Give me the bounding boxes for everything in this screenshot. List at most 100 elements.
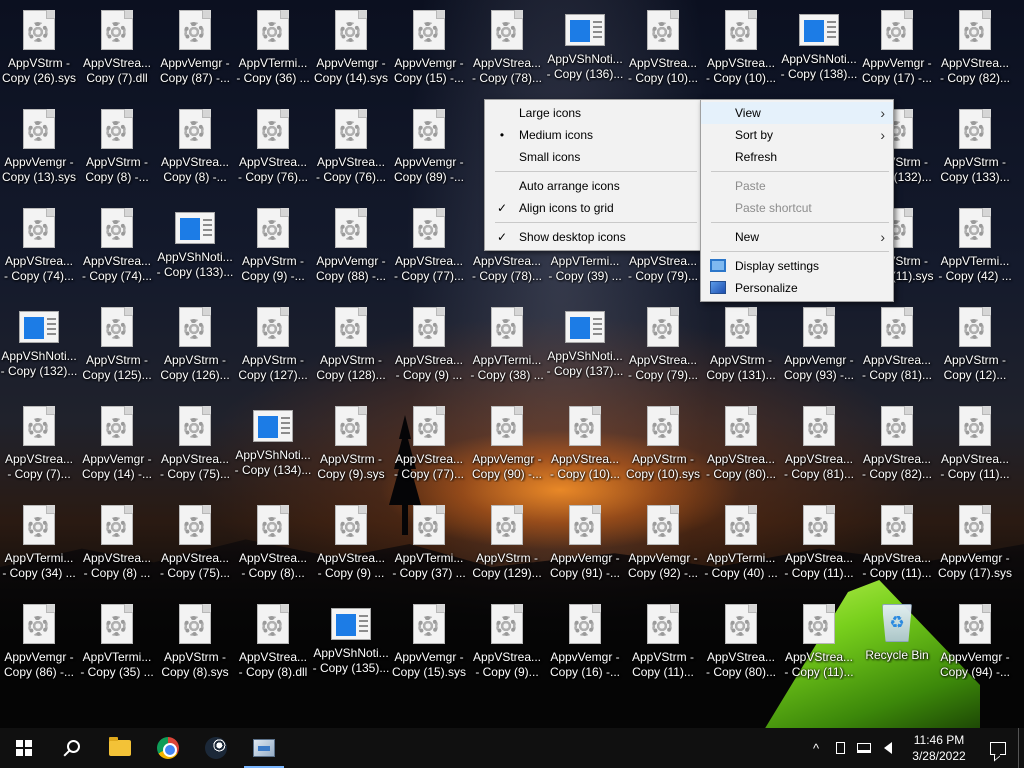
desktop-icon[interactable]: AppvVemgr - Copy (15).sys — [390, 594, 468, 690]
menu-item-new[interactable]: New › — [701, 226, 893, 248]
view-menu-item[interactable]: ✓ Show desktop icons — [485, 226, 701, 248]
desktop-icon[interactable]: AppVStrea... - Copy (10)... — [546, 396, 624, 492]
desktop-icon[interactable]: AppvVemgr - Copy (17).sys — [936, 495, 1014, 591]
desktop-icon[interactable]: AppVShNoti... - Copy (132)... — [0, 297, 78, 393]
desktop-icon[interactable]: AppvVemgr - Copy (86) -... — [0, 594, 78, 690]
search-button[interactable] — [48, 728, 96, 768]
desktop-icon[interactable]: AppVStrm - Copy (125)... — [78, 297, 156, 393]
desktop-icon[interactable]: AppVStrm - Copy (126)... — [156, 297, 234, 393]
desktop-icon[interactable]: AppVStrea... - Copy (9)... — [468, 594, 546, 690]
desktop-icon[interactable]: AppVStrm - Copy (11)... — [624, 594, 702, 690]
tray-device-icon[interactable] — [828, 728, 852, 768]
desktop-icon[interactable]: AppVTermi... - Copy (34) ... — [0, 495, 78, 591]
desktop-icon[interactable]: AppvVemgr - Copy (16) -... — [546, 594, 624, 690]
desktop-icon[interactable]: AppVStrm - Copy (8).sys — [156, 594, 234, 690]
show-desktop-button[interactable] — [1018, 728, 1024, 768]
desktop-icon[interactable]: AppVStrea... - Copy (9) ... — [390, 297, 468, 393]
volume-icon[interactable] — [876, 728, 900, 768]
desktop-icon[interactable]: AppvVemgr - Copy (93) -... — [780, 297, 858, 393]
desktop-icon[interactable]: AppVTermi... - Copy (37) ... — [390, 495, 468, 591]
taskbar-steam[interactable] — [192, 728, 240, 768]
menu-item-sort-by[interactable]: Sort by › — [701, 124, 893, 146]
desktop-icon[interactable]: AppVStrea... - Copy (74)... — [0, 198, 78, 294]
recycle-bin[interactable]: ♻ Recycle Bin — [858, 594, 936, 690]
view-menu-item[interactable]: Auto arrange icons — [485, 175, 701, 197]
desktop-icon[interactable]: AppVTermi... - Copy (40) ... — [702, 495, 780, 591]
desktop-icon[interactable]: AppVStrea... - Copy (11)... — [780, 594, 858, 690]
desktop-icon[interactable]: AppVStrea... - Copy (78)... — [468, 0, 546, 96]
action-center-button[interactable] — [978, 728, 1018, 768]
desktop-icon[interactable]: AppVStrea... - Copy (75)... — [156, 495, 234, 591]
desktop-icon[interactable]: AppVStrea... Copy (8) -... — [156, 99, 234, 195]
desktop-icon[interactable]: AppVStrea... - Copy (81)... — [858, 297, 936, 393]
desktop-icon[interactable]: AppvVemgr - Copy (14).sys — [312, 0, 390, 96]
menu-item-display-settings[interactable]: Display settings — [701, 255, 893, 277]
desktop-icon[interactable]: AppVStrm - Copy (9) -... — [234, 198, 312, 294]
desktop-icon[interactable]: AppVStrea... - Copy (79)... — [624, 297, 702, 393]
desktop-icon[interactable]: AppvVemgr - Copy (14) -... — [78, 396, 156, 492]
view-menu-item[interactable]: Small icons — [485, 146, 701, 168]
desktop-icon[interactable]: AppVShNoti... - Copy (138)... — [780, 0, 858, 96]
menu-item-view[interactable]: View › — [701, 102, 893, 124]
desktop-icon[interactable]: AppVStrm - Copy (131)... — [702, 297, 780, 393]
start-button[interactable] — [0, 728, 48, 768]
clock[interactable]: 11:46 PM 3/28/2022 — [900, 732, 978, 764]
desktop-icon[interactable]: AppVShNoti... - Copy (136)... — [546, 0, 624, 96]
desktop-icon[interactable]: AppvVemgr - Copy (89) -... — [390, 99, 468, 195]
desktop-icon[interactable]: AppVStrea... - Copy (11)... — [858, 495, 936, 591]
desktop-icon[interactable]: AppVStrm - Copy (12)... — [936, 297, 1014, 393]
desktop-icon[interactable]: AppVStrea... - Copy (80)... — [702, 594, 780, 690]
desktop-icon[interactable]: AppvVemgr - Copy (88) -... — [312, 198, 390, 294]
desktop-icon[interactable]: AppvVemgr - Copy (13).sys — [0, 99, 78, 195]
desktop-icon[interactable]: AppVStrm - Copy (10).sys — [624, 396, 702, 492]
desktop-icon[interactable]: AppVStrm - Copy (8) -... — [78, 99, 156, 195]
desktop-icon[interactable]: AppvVemgr - Copy (87) -... — [156, 0, 234, 96]
desktop-icon[interactable]: AppVStrea... - Copy (76)... — [234, 99, 312, 195]
desktop-icon[interactable]: AppvVemgr - Copy (94) -... — [936, 594, 1014, 690]
desktop-icon[interactable]: AppVStrea... - Copy (9) ... — [312, 495, 390, 591]
network-icon[interactable] — [852, 728, 876, 768]
desktop-icon[interactable]: AppVStrea... - Copy (75)... — [156, 396, 234, 492]
desktop-icon[interactable]: AppVStrea... Copy (7).dll — [78, 0, 156, 96]
desktop-icon[interactable]: AppVStrm - Copy (26).sys — [0, 0, 78, 96]
desktop-icon[interactable]: AppVStrea... - Copy (76)... — [312, 99, 390, 195]
tray-overflow-chevron-icon[interactable]: ^ — [804, 728, 828, 768]
desktop-icon[interactable]: AppVStrea... - Copy (8) ... — [78, 495, 156, 591]
desktop-icon[interactable]: AppVStrea... - Copy (82)... — [858, 396, 936, 492]
desktop-icon[interactable]: AppvVemgr - Copy (91) -... — [546, 495, 624, 591]
desktop-icon[interactable]: AppVTermi... - Copy (36) ... — [234, 0, 312, 96]
desktop-icon[interactable]: AppVTermi... - Copy (42) ... — [936, 198, 1014, 294]
desktop-icon[interactable]: AppvVemgr - Copy (90) -... — [468, 396, 546, 492]
desktop-icon[interactable]: AppVTermi... - Copy (35) ... — [78, 594, 156, 690]
desktop-icon[interactable]: AppVStrm - Copy (133)... — [936, 99, 1014, 195]
desktop-icon[interactable]: AppVStrm - Copy (128)... — [312, 297, 390, 393]
desktop-icon[interactable]: AppVStrea... - Copy (82)... — [936, 0, 1014, 96]
view-menu-item[interactable]: Large icons — [485, 102, 701, 124]
desktop-icon[interactable]: AppVStrea... - Copy (77)... — [390, 396, 468, 492]
desktop-icon[interactable]: AppVStrea... - Copy (8)... — [234, 495, 312, 591]
desktop-icon[interactable]: AppVTermi... - Copy (38) ... — [468, 297, 546, 393]
desktop-icon[interactable]: AppVStrea... - Copy (11)... — [936, 396, 1014, 492]
view-menu-item[interactable]: ✓ Align icons to grid — [485, 197, 701, 219]
menu-item-refresh[interactable]: Refresh — [701, 146, 893, 168]
menu-item-personalize[interactable]: Personalize — [701, 277, 893, 299]
desktop-icon[interactable]: AppVStrea... - Copy (8).dll — [234, 594, 312, 690]
view-menu-item[interactable]: • Medium icons — [485, 124, 701, 146]
desktop-icon[interactable]: AppvVemgr - Copy (17) -... — [858, 0, 936, 96]
desktop-icon[interactable]: AppVStrea... - Copy (77)... — [390, 198, 468, 294]
desktop-icon[interactable]: AppVStrm - Copy (9).sys — [312, 396, 390, 492]
desktop-icon[interactable]: AppVShNoti... - Copy (137)... — [546, 297, 624, 393]
desktop-icon[interactable]: AppVStrm - Copy (129)... — [468, 495, 546, 591]
desktop-icon[interactable]: AppVStrm - Copy (127)... — [234, 297, 312, 393]
taskbar-control-panel[interactable] — [240, 728, 288, 768]
taskbar-file-explorer[interactable] — [96, 728, 144, 768]
desktop-icon[interactable]: AppvVemgr - Copy (92) -... — [624, 495, 702, 591]
desktop-icon[interactable]: AppvVemgr - Copy (15) -... — [390, 0, 468, 96]
desktop-icon[interactable]: AppVStrea... - Copy (80)... — [702, 396, 780, 492]
desktop-icon[interactable]: AppVStrea... - Copy (10)... — [702, 0, 780, 96]
desktop-icon[interactable]: AppVStrea... - Copy (7)... — [0, 396, 78, 492]
desktop-icon[interactable]: AppVStrea... - Copy (74)... — [78, 198, 156, 294]
desktop-icon[interactable]: AppVStrea... - Copy (11)... — [780, 495, 858, 591]
desktop-icon[interactable]: AppVShNoti... - Copy (133)... — [156, 198, 234, 294]
desktop-icon[interactable]: AppVStrea... - Copy (10)... — [624, 0, 702, 96]
